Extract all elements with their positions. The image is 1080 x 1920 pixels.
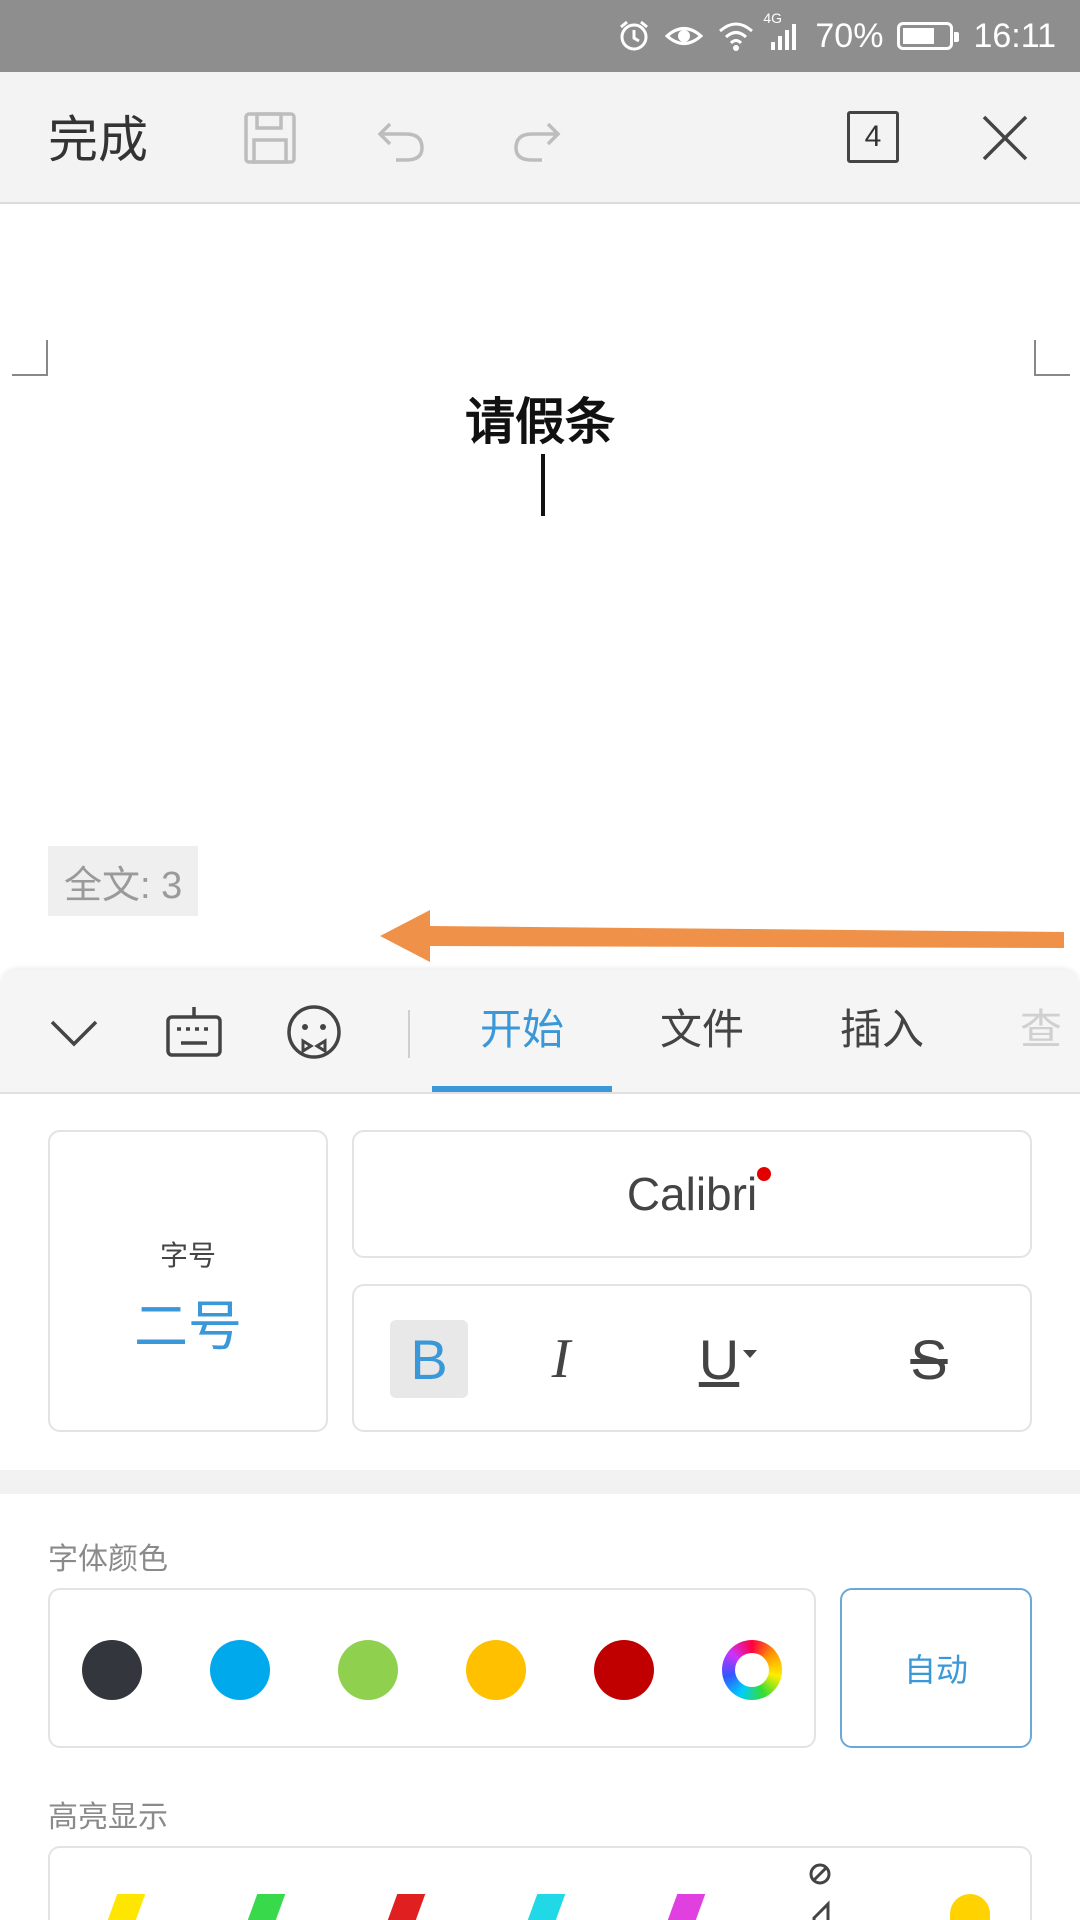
document-title[interactable]: 请假条 — [0, 382, 1080, 454]
italic-button[interactable]: I — [522, 1320, 600, 1398]
tab-divider — [408, 1010, 410, 1058]
page-corner-mark — [12, 340, 48, 376]
status-icons: 4G 70% 16:11 — [617, 0, 1056, 72]
underline-label: U — [698, 1327, 740, 1391]
font-size-value: 二号 — [134, 1295, 242, 1358]
text-cursor — [541, 454, 545, 516]
tab-file[interactable]: 文件 — [660, 1000, 744, 1060]
no-highlight-icon[interactable] — [800, 1862, 840, 1920]
font-size-label: 字号 — [159, 1239, 216, 1272]
font-name-value: Calibri — [626, 1167, 772, 1221]
tab-review[interactable]: 查 — [1020, 1000, 1060, 1060]
battery-level — [903, 28, 935, 44]
color-swatch-red[interactable] — [594, 1640, 654, 1700]
done-button[interactable]: 完成 — [48, 108, 148, 172]
color-swatch-yellow[interactable] — [466, 1640, 526, 1700]
top-toolbar: 完成 4 — [0, 72, 1080, 204]
alarm-icon — [617, 19, 651, 53]
font-name-text: Calibri — [626, 1168, 758, 1220]
close-icon[interactable] — [975, 108, 1035, 168]
color-swatch-black[interactable] — [82, 1640, 142, 1700]
network-type: 4G — [763, 10, 783, 26]
text-style-group: B I U S — [352, 1284, 1032, 1432]
font-size-selector[interactable]: 字号 二号 — [48, 1130, 328, 1432]
font-name-selector[interactable]: Calibri — [352, 1130, 1032, 1258]
swipe-arrow-icon — [380, 910, 1064, 962]
font-color-palette — [48, 1588, 816, 1748]
keyboard-icon[interactable] — [164, 1002, 224, 1062]
highlight-swatch-green[interactable] — [242, 1894, 286, 1920]
emoji-icon[interactable] — [284, 1002, 344, 1062]
signal-icon: 4G — [763, 10, 801, 52]
active-tab-indicator — [432, 1086, 612, 1092]
dropdown-caret-icon — [743, 1350, 758, 1358]
bold-button[interactable]: B — [390, 1320, 468, 1398]
page-count-button[interactable]: 4 — [847, 111, 899, 163]
word-count-badge: 全文: 3 — [48, 846, 199, 916]
strikethrough-button[interactable]: S — [890, 1320, 968, 1398]
tab-start[interactable]: 开始 — [480, 1000, 564, 1060]
font-color-label: 字体颜色 — [48, 1542, 168, 1577]
highlight-palette — [48, 1846, 1032, 1920]
page-corner-mark — [1034, 340, 1070, 376]
undo-icon[interactable] — [372, 108, 432, 168]
status-bar: 4G 70% 16:11 — [0, 0, 1080, 72]
color-swatch-green[interactable] — [338, 1640, 398, 1700]
highlight-swatch-gold[interactable] — [950, 1894, 990, 1920]
collapse-icon[interactable] — [44, 1002, 104, 1062]
redo-icon[interactable] — [506, 108, 566, 168]
battery-percent: 70% — [815, 16, 884, 55]
highlight-label: 高亮显示 — [48, 1800, 168, 1835]
highlight-swatch-magenta[interactable] — [662, 1894, 706, 1920]
highlight-swatch-cyan[interactable] — [522, 1894, 566, 1920]
highlight-swatch-yellow[interactable] — [102, 1894, 146, 1920]
color-picker-icon[interactable] — [722, 1640, 782, 1700]
section-divider — [0, 1470, 1080, 1494]
wifi-icon — [717, 20, 755, 52]
save-icon[interactable] — [240, 108, 300, 168]
eye-icon — [665, 21, 704, 51]
battery-icon — [897, 22, 960, 50]
notification-dot — [757, 1167, 772, 1181]
formatting-panel: 开始 文件 插入 查 字号 二号 Calibri B I U S 字体颜色 自动… — [0, 970, 1080, 1920]
tab-insert[interactable]: 插入 — [840, 1000, 924, 1060]
document-canvas[interactable]: 请假条 全文: 3 — [0, 206, 1080, 970]
clock: 16:11 — [973, 16, 1056, 55]
auto-color-button[interactable]: 自动 — [840, 1588, 1032, 1748]
color-picker-center — [735, 1653, 769, 1687]
underline-button[interactable]: U — [690, 1320, 768, 1398]
color-swatch-blue[interactable] — [210, 1640, 270, 1700]
highlight-swatch-red[interactable] — [382, 1894, 426, 1920]
panel-tab-bar: 开始 文件 插入 查 — [0, 970, 1080, 1094]
